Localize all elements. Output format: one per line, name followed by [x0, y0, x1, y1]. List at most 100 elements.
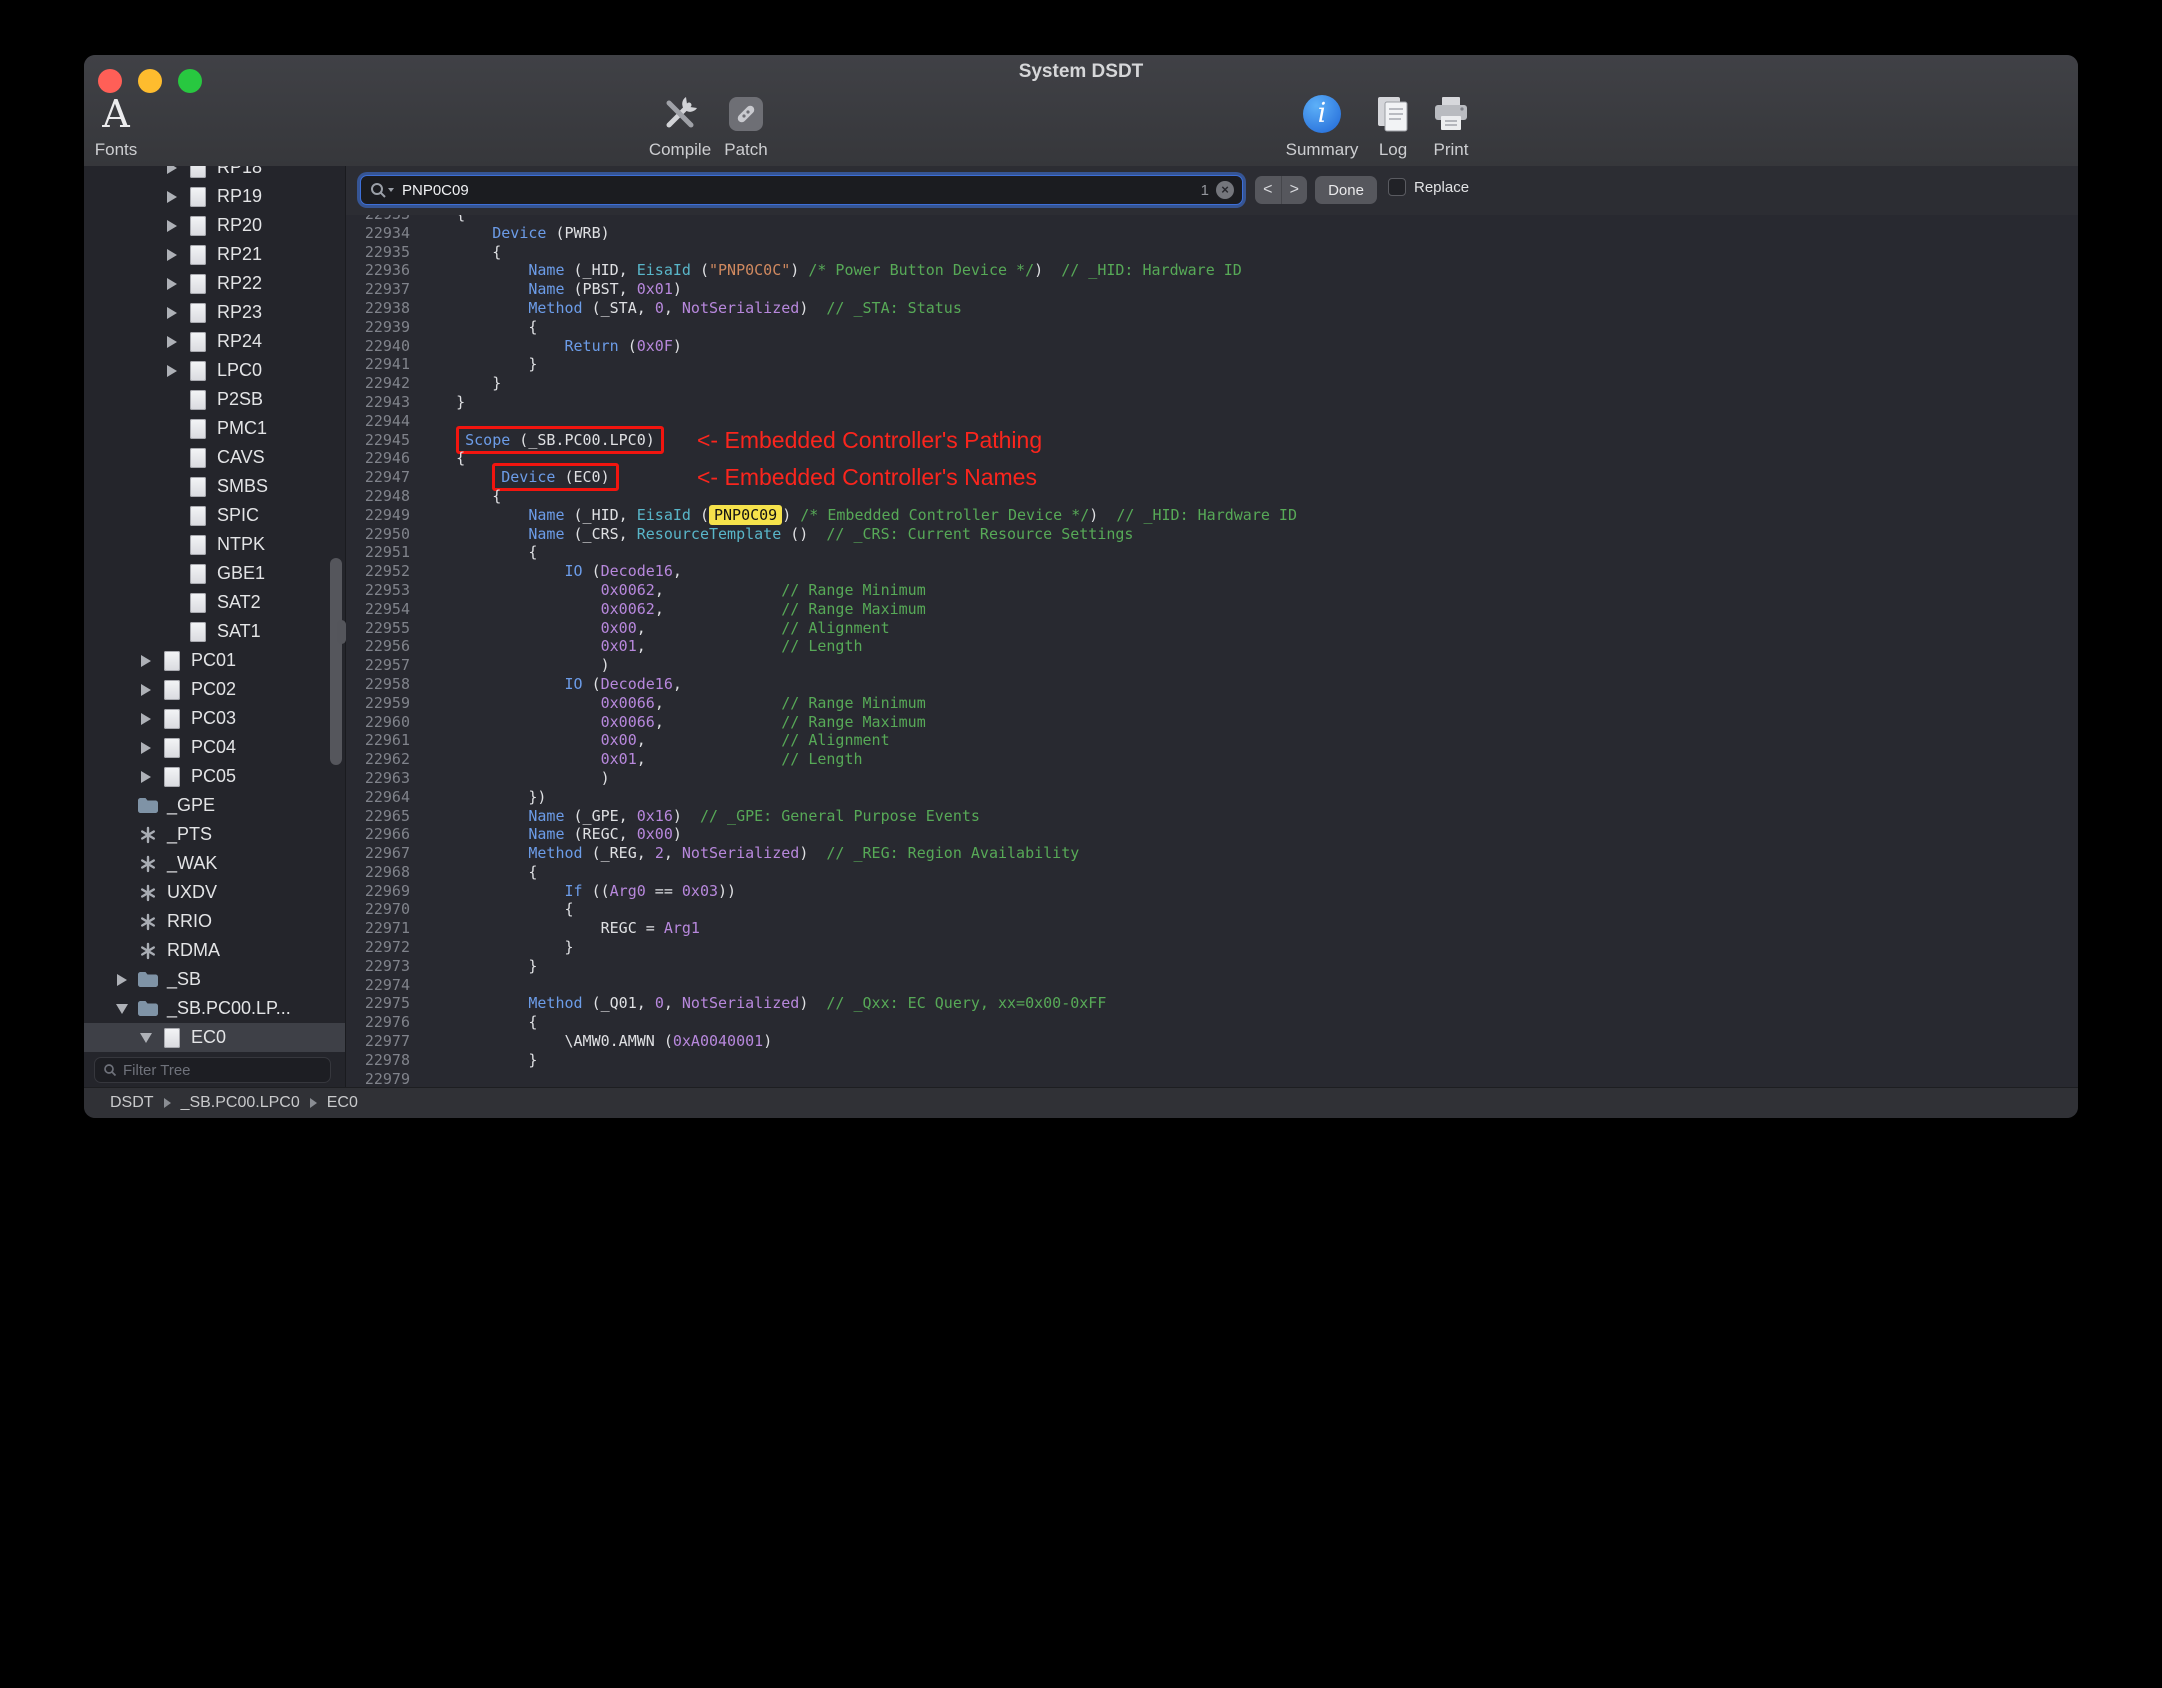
code-line: 22966 Name (REGC, 0x00): [346, 825, 2078, 844]
tree-item-EC0[interactable]: EC0: [84, 1023, 345, 1052]
tree-item-RRIO[interactable]: RRIO: [84, 907, 345, 936]
tree-item-RP23[interactable]: RP23: [84, 298, 345, 327]
tree-item-P2SB[interactable]: P2SB: [84, 385, 345, 414]
find-next-button[interactable]: >: [1282, 176, 1308, 204]
tree-item-CAVS[interactable]: CAVS: [84, 443, 345, 472]
tree-item-NTPK[interactable]: NTPK: [84, 530, 345, 559]
pane-splitter-handle[interactable]: [337, 620, 346, 644]
method-icon: [136, 852, 160, 876]
tree-item-label: RP23: [217, 302, 263, 322]
disclosure-triangle-collapsed[interactable]: [160, 248, 184, 261]
find-previous-button[interactable]: <: [1255, 176, 1282, 204]
line-number: 22967: [364, 844, 410, 863]
breadcrumb-item[interactable]: _SB.PC00.LPC0: [181, 1094, 300, 1112]
doc-icon: [186, 620, 210, 644]
code-line: 22954 0x0062, // Range Maximum: [346, 600, 2078, 619]
tree-item-SAT1[interactable]: SAT1: [84, 617, 345, 646]
disclosure-triangle-collapsed[interactable]: [160, 306, 184, 319]
tree-item-UXDV[interactable]: UXDV: [84, 878, 345, 907]
disclosure-triangle-collapsed[interactable]: [110, 973, 134, 986]
tree-item-PC04[interactable]: PC04: [84, 733, 345, 762]
code-line: 22969 If ((Arg0 == 0x03)): [346, 882, 2078, 901]
tree-item-label: _PTS: [167, 824, 213, 844]
tree-item-LPC0[interactable]: LPC0: [84, 356, 345, 385]
replace-group: Replace: [1388, 178, 1469, 196]
code-line: 22940 Return (0x0F): [346, 337, 2078, 356]
tree-item-label: PC02: [191, 679, 237, 699]
disclosure-triangle-collapsed[interactable]: [160, 166, 184, 174]
tree-item-PC02[interactable]: PC02: [84, 675, 345, 704]
code-line: 22939 {: [346, 318, 2078, 337]
tree-item-RP20[interactable]: RP20: [84, 211, 345, 240]
disclosure-triangle-collapsed[interactable]: [134, 712, 158, 725]
line-number: 22977: [364, 1032, 410, 1051]
disclosure-triangle-collapsed[interactable]: [160, 277, 184, 290]
tree-item-_GPE[interactable]: _GPE: [84, 791, 345, 820]
tree-item-label: SAT1: [217, 621, 261, 641]
tree-item-RP21[interactable]: RP21: [84, 240, 345, 269]
tree-item-RP18[interactable]: RP18: [84, 166, 345, 182]
tree-item-_SB[interactable]: _SB: [84, 965, 345, 994]
disclosure-triangle-collapsed[interactable]: [134, 770, 158, 783]
line-number: 22940: [364, 336, 410, 355]
tree-item-_SB.PC00.LP...[interactable]: _SB.PC00.LP...: [84, 994, 345, 1023]
line-number: 22938: [364, 298, 410, 317]
clear-search-button[interactable]: ×: [1216, 181, 1234, 199]
disclosure-triangle-collapsed[interactable]: [160, 335, 184, 348]
tree-item-PMC1[interactable]: PMC1: [84, 414, 345, 443]
line-number: 22958: [364, 674, 410, 693]
line-number: 22974: [364, 975, 410, 994]
disclosure-triangle-collapsed[interactable]: [134, 683, 158, 696]
tree-item-SPIC[interactable]: SPIC: [84, 501, 345, 530]
sidebar-tree: RP18 RP19 RP20 RP21 RP22 RP23 RP24 LPC0 P2SB PMC1…: [84, 166, 345, 1054]
done-button[interactable]: Done: [1315, 176, 1377, 204]
tree-item-SMBS[interactable]: SMBS: [84, 472, 345, 501]
tree-item-label: _SB.PC00.LP...: [167, 998, 291, 1018]
tree-item-RDMA[interactable]: RDMA: [84, 936, 345, 965]
tree-item-label: SMBS: [217, 476, 269, 496]
tree-item-RP24[interactable]: RP24: [84, 327, 345, 356]
patch-button[interactable]: Patch: [701, 89, 791, 163]
method-icon: [136, 910, 160, 934]
tree-item-SAT2[interactable]: SAT2: [84, 588, 345, 617]
doc-icon: [186, 330, 210, 354]
line-number: 22961: [364, 731, 410, 750]
line-number: 22962: [364, 750, 410, 769]
line-number: 22943: [364, 392, 410, 411]
doc-icon: [186, 388, 210, 412]
filter-tree-field[interactable]: Filter Tree: [94, 1057, 331, 1083]
tree-item-PC03[interactable]: PC03: [84, 704, 345, 733]
disclosure-triangle-collapsed[interactable]: [134, 654, 158, 667]
tree-item-RP19[interactable]: RP19: [84, 182, 345, 211]
disclosure-triangle-expanded[interactable]: [110, 1003, 134, 1014]
disclosure-triangle-collapsed[interactable]: [134, 741, 158, 754]
match-count: 1: [1200, 181, 1209, 199]
doc-icon: [160, 1026, 184, 1050]
disclosure-triangle-collapsed[interactable]: [160, 219, 184, 232]
find-input[interactable]: PNP0C09 1 ×: [360, 175, 1243, 205]
tree-item-PC05[interactable]: PC05: [84, 762, 345, 791]
fonts-button[interactable]: A Fonts: [84, 89, 148, 163]
code-line: 22979: [346, 1070, 2078, 1087]
print-button[interactable]: Print: [1406, 89, 1496, 163]
breadcrumb-item[interactable]: DSDT: [110, 1094, 154, 1112]
code-line: 22958 IO (Decode16,: [346, 675, 2078, 694]
tree-item-_PTS[interactable]: _PTS: [84, 820, 345, 849]
line-number: 22976: [364, 1013, 410, 1032]
search-menu-icon[interactable]: [369, 181, 395, 199]
search-icon: [104, 1064, 117, 1077]
code-editor[interactable]: 22933 {22934 Device (PWRB)22935 {22936 N…: [346, 215, 2078, 1087]
tree-item-_WAK[interactable]: _WAK: [84, 849, 345, 878]
tree-item-GBE1[interactable]: GBE1: [84, 559, 345, 588]
breadcrumb-item[interactable]: EC0: [327, 1094, 358, 1112]
replace-checkbox[interactable]: [1388, 178, 1406, 196]
disclosure-triangle-collapsed[interactable]: [160, 364, 184, 377]
disclosure-triangle-collapsed[interactable]: [160, 190, 184, 203]
sidebar-scrollbar-thumb[interactable]: [330, 558, 342, 765]
tree-item-PC01[interactable]: PC01: [84, 646, 345, 675]
code-line: 22962 0x01, // Length: [346, 750, 2078, 769]
line-number: 22959: [364, 693, 410, 712]
disclosure-triangle-expanded[interactable]: [134, 1032, 158, 1043]
window-title: System DSDT: [1018, 61, 1144, 82]
tree-item-RP22[interactable]: RP22: [84, 269, 345, 298]
